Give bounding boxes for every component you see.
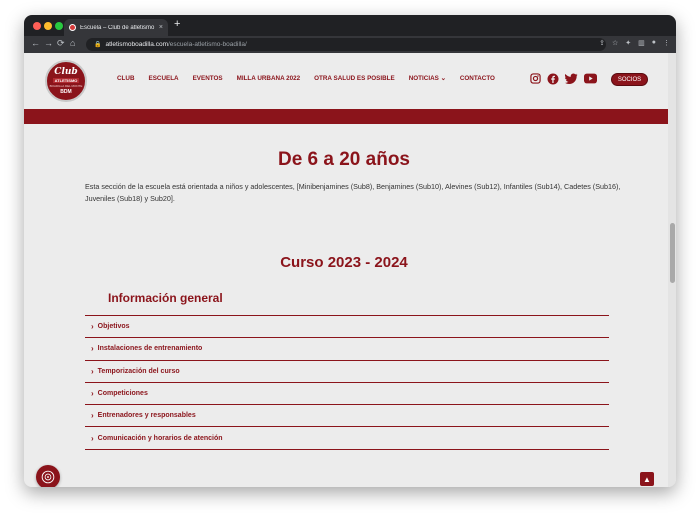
accordion-label: Entrenadores y responsables xyxy=(97,412,196,420)
browser-tab[interactable]: Escuela – Club de atletismo Bo × xyxy=(64,19,168,36)
accordion-label: Comunicación y horarios de atención xyxy=(97,434,223,442)
menu-item-eventos[interactable]: EVENTOS xyxy=(193,75,223,82)
instagram-icon[interactable] xyxy=(530,73,541,84)
page-viewport: Club ATLETISMO BOADILLA DEL MONTE BDM CL… xyxy=(24,53,676,487)
chevron-right-icon: › xyxy=(91,344,94,354)
chat-logo-icon xyxy=(41,470,55,484)
page-heading: De 6 a 20 años xyxy=(277,149,411,170)
intro-paragraph: Esta sección de la escuela está orientad… xyxy=(85,182,621,203)
tab-title: Escuela – Club de atletismo Bo xyxy=(80,24,155,31)
minimize-window-button[interactable] xyxy=(44,22,52,30)
lock-icon: 🔒 xyxy=(94,42,102,48)
social-links xyxy=(530,73,597,85)
url-host: atletismoboadilla.com xyxy=(105,41,168,48)
logo-club-text: Club xyxy=(54,66,78,77)
favicon-icon xyxy=(69,24,76,31)
browser-window: Escuela – Club de atletismo Bo × + ← → ⟳… xyxy=(24,15,676,487)
back-button[interactable]: ← xyxy=(31,38,40,48)
share-icon[interactable]: ⇪ xyxy=(599,39,605,47)
new-tab-button[interactable]: + xyxy=(174,18,180,30)
logo-atletismo-text: ATLETISMO xyxy=(52,77,80,83)
accordion-item-comunicacion[interactable]: › Comunicación y horarios de atención xyxy=(85,427,609,450)
chevron-right-icon: › xyxy=(91,389,94,399)
back-to-top-button[interactable]: ▲ xyxy=(640,472,654,486)
youtube-icon[interactable] xyxy=(584,73,597,84)
chevron-right-icon: › xyxy=(91,433,94,443)
home-button[interactable]: ⌂ xyxy=(70,38,75,48)
course-heading: Curso 2023 - 2024 xyxy=(280,254,408,271)
accordion-label: Temporización del curso xyxy=(97,367,180,375)
url-path: /escuela-atletismo-boadilla/ xyxy=(168,41,247,48)
main-menu: CLUB ESCUELA EVENTOS MILLA URBANA 2022 O… xyxy=(117,75,495,82)
forward-button[interactable]: → xyxy=(44,38,53,48)
accordion-item-temporizacion[interactable]: › Temporización del curso xyxy=(85,361,609,383)
chat-widget-button[interactable] xyxy=(36,465,60,487)
address-bar[interactable]: 🔒 atletismoboadilla.com/escuela-atletism… xyxy=(86,38,606,51)
browser-tab-bar: Escuela – Club de atletismo Bo × + xyxy=(24,15,676,36)
socios-button[interactable]: SOCIOS xyxy=(611,73,648,86)
menu-item-contacto[interactable]: CONTACTO xyxy=(460,75,495,82)
menu-item-club[interactable]: CLUB xyxy=(117,75,135,82)
accordion-item-entrenadores[interactable]: › Entrenadores y responsables xyxy=(85,405,609,428)
chevron-right-icon: › xyxy=(91,366,94,376)
info-accordion: › Objetivos › Instalaciones de entrenami… xyxy=(85,315,609,450)
page-scrollbar[interactable] xyxy=(668,53,676,487)
menu-item-escuela[interactable]: ESCUELA xyxy=(149,75,179,82)
twitter-icon[interactable] xyxy=(565,73,578,85)
browser-menu-icon[interactable]: ⋮ xyxy=(663,39,670,47)
url-text: atletismoboadilla.com/escuela-atletismo-… xyxy=(105,41,246,48)
logo-location-text: BOADILLA DEL MONTE xyxy=(49,83,83,88)
accordion-label: Objetivos xyxy=(97,323,130,331)
chevron-right-icon: › xyxy=(91,411,94,421)
accordion-item-objetivos[interactable]: › Objetivos xyxy=(85,316,609,339)
accordion-label: Competiciones xyxy=(97,390,148,398)
tab-close-icon[interactable]: × xyxy=(159,24,163,31)
toolbar-icons: ⇪ ☆ ✦ ▥ ● ⋮ xyxy=(599,39,670,47)
sidebar-icon[interactable]: ▥ xyxy=(638,39,645,47)
section-title: Información general xyxy=(108,291,223,305)
menu-item-noticias[interactable]: NOTICIAS ⌄ xyxy=(409,75,446,82)
accordion-item-competiciones[interactable]: › Competiciones xyxy=(85,383,609,406)
facebook-icon[interactable] xyxy=(547,73,559,85)
menu-item-milla-urbana[interactable]: MILLA URBANA 2022 xyxy=(237,75,301,82)
browser-toolbar: ← → ⟳ ⌂ 🔒 atletismoboadilla.com/escuela-… xyxy=(24,36,676,53)
extensions-puzzle-icon[interactable]: ✦ xyxy=(625,39,631,47)
close-window-button[interactable] xyxy=(33,22,41,30)
reload-button[interactable]: ⟳ xyxy=(57,38,65,49)
bookmark-star-icon[interactable]: ☆ xyxy=(612,39,618,47)
profile-icon[interactable]: ● xyxy=(652,39,656,47)
site-header: Club ATLETISMO BOADILLA DEL MONTE BDM CL… xyxy=(24,53,676,109)
club-logo[interactable]: Club ATLETISMO BOADILLA DEL MONTE BDM xyxy=(45,60,87,102)
header-red-band xyxy=(24,109,676,124)
menu-item-otra-salud[interactable]: OTRA SALUD ES POSIBLE xyxy=(314,75,395,82)
logo-bdm-text: BDM xyxy=(60,88,72,95)
accordion-label: Instalaciones de entrenamiento xyxy=(97,345,203,353)
accordion-item-instalaciones[interactable]: › Instalaciones de entrenamiento xyxy=(85,338,609,361)
maximize-window-button[interactable] xyxy=(55,22,63,30)
scrollbar-thumb[interactable] xyxy=(670,223,675,283)
chevron-right-icon: › xyxy=(91,322,94,332)
